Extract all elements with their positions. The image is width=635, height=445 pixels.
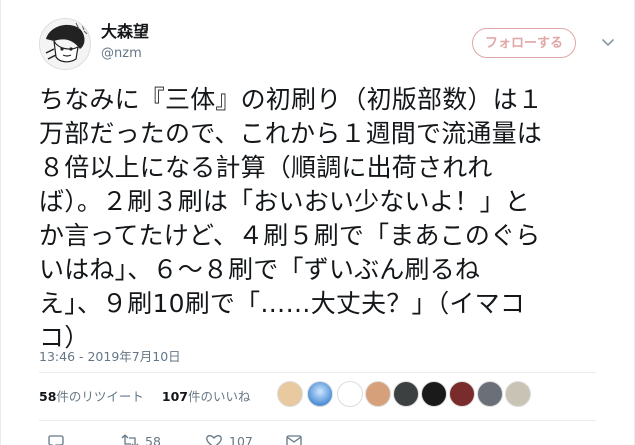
- tweet-timestamp[interactable]: 13:46 - 2019年7月10日: [39, 346, 181, 365]
- liker-avatar[interactable]: [307, 381, 333, 407]
- tweet-text-line: 万部だったので、これから１週間で流通量は: [39, 119, 543, 148]
- likes-stat[interactable]: 107件のいいね: [162, 386, 251, 405]
- liker-avatar[interactable]: [277, 381, 303, 407]
- retweet-count: 58: [145, 433, 161, 445]
- reply-button[interactable]: [47, 432, 65, 445]
- user-info: 大森望 @nzm: [101, 22, 149, 63]
- retweet-button[interactable]: 58: [121, 432, 161, 445]
- retweets-label: 件のリツイート: [56, 389, 144, 404]
- liker-avatar[interactable]: [393, 381, 419, 407]
- liker-avatar[interactable]: [365, 381, 391, 407]
- tweet-text-line: か言ってたけど、４刷５刷で「まあこのぐら: [39, 221, 541, 250]
- tweet-text-line: ８倍以上になる計算（順調に出荷されれ: [39, 153, 493, 182]
- likes-label: 件のいいね: [188, 389, 251, 404]
- retweets-stat[interactable]: 58件のリツイート: [39, 386, 144, 405]
- liker-avatar[interactable]: [449, 381, 475, 407]
- display-name[interactable]: 大森望: [101, 22, 149, 42]
- tweet-text-line: いはね」、６～８刷で「ずいぶん刷るね: [39, 255, 481, 284]
- likes-count: 107: [161, 389, 188, 404]
- heart-icon: [206, 435, 222, 445]
- reply-icon: [48, 435, 64, 445]
- follow-button[interactable]: フォローする: [472, 28, 576, 58]
- manga-avatar-icon: [40, 19, 90, 69]
- liker-avatar[interactable]: [421, 381, 447, 407]
- liker-avatar[interactable]: [477, 381, 503, 407]
- user-handle[interactable]: @nzm: [101, 45, 149, 63]
- divider: [39, 420, 596, 421]
- divider: [39, 372, 596, 373]
- tweet-card: 大森望 @nzm フォローする ちなみに『三体』の初刷り（初版部数）は１ 万部だっ…: [0, 0, 635, 445]
- retweet-icon: [121, 434, 139, 445]
- tweet-stats: 58件のリツイート 107件のいいね: [39, 386, 265, 405]
- chevron-down-icon[interactable]: [600, 36, 616, 50]
- tweet-text-line: ちなみに『三体』の初刷り（初版部数）は１: [39, 85, 544, 114]
- liker-avatar[interactable]: [337, 381, 363, 407]
- like-count: 107: [229, 433, 253, 445]
- mail-icon: [286, 435, 302, 445]
- tweet-header: 大森望 @nzm フォローする: [39, 18, 616, 74]
- liker-avatar[interactable]: [505, 381, 531, 407]
- like-button[interactable]: 107: [205, 432, 253, 445]
- dm-button[interactable]: [285, 432, 303, 445]
- tweet-text: ちなみに『三体』の初刷り（初版部数）は１ 万部だったので、これから１週間で流通量は…: [39, 83, 599, 355]
- tweet-text-line: え」、９刷10刷で「……大丈夫？」（イマコ: [39, 289, 526, 318]
- tweet-text-line: ば）。２刷３刷は「おいおい少ないよ！」と: [39, 187, 531, 216]
- retweets-count: 58: [39, 389, 57, 404]
- avatar[interactable]: [39, 18, 91, 70]
